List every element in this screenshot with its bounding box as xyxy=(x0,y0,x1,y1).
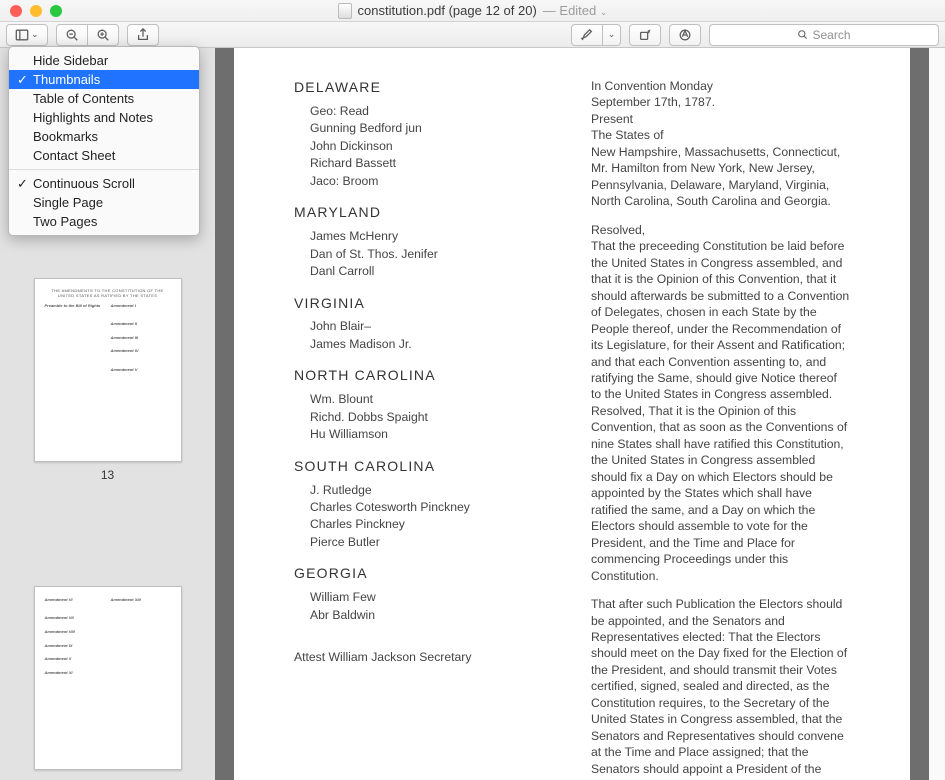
signer-list: John Blair– James Madison Jr. xyxy=(310,318,553,352)
signer-name: John Blair– xyxy=(310,318,553,334)
search-placeholder: Search xyxy=(812,28,850,42)
state-heading: VIRGINIA xyxy=(294,294,553,313)
signer-name: Jaco: Broom xyxy=(310,173,553,189)
signer-list: Wm. Blount Richd. Dobbs SpaightHu William… xyxy=(310,391,553,442)
signer-name: William Few xyxy=(310,589,553,605)
zoom-out-icon xyxy=(65,28,79,42)
chevron-down-icon: ⌄ xyxy=(608,29,616,40)
column-left: DELAWARE Geo: ReadGunning Bedford jun John… xyxy=(294,78,553,780)
column-right: In Convention Monday September 17th, 178… xyxy=(591,78,850,780)
signer-name: Charles Cotesworth Pinckney xyxy=(310,499,553,515)
minimize-icon[interactable] xyxy=(30,5,42,17)
signer-name: James Madison Jr. xyxy=(310,336,553,352)
signer-name: John Dickinson xyxy=(310,138,553,154)
rotate-button[interactable] xyxy=(629,24,661,46)
sidebar-toggle-button[interactable]: ⌄ xyxy=(6,24,48,46)
menu-separator xyxy=(9,169,199,170)
window-controls xyxy=(10,5,62,17)
thumbnail-page: THE AMENDMENTS TO THE CONSTITUTION OF TH… xyxy=(34,278,182,462)
signer-list: James McHenry Dan of St. Thos. JeniferDan… xyxy=(310,228,553,279)
document-icon xyxy=(338,3,352,19)
signer-name: Richd. Dobbs Spaight xyxy=(310,409,553,425)
signer-list: William Few Abr Baldwin xyxy=(310,589,553,623)
sidebar-view-menu: Hide SidebarThumbnailsTable of ContentsH… xyxy=(8,46,200,236)
thumbnail-13[interactable]: THE AMENDMENTS TO THE CONSTITUTION OF TH… xyxy=(34,278,182,482)
rotate-icon xyxy=(638,28,652,42)
zoom-in-icon xyxy=(96,28,110,42)
signer-name: Richard Bassett xyxy=(310,155,553,171)
thumbnail-14[interactable]: Amendment VI Amendment VII Amendment VII… xyxy=(34,506,182,770)
signer-name: Gunning Bedford jun xyxy=(310,120,553,136)
signer-name: Geo: Read xyxy=(310,103,553,119)
signer-name: Charles Pinckney xyxy=(310,516,553,532)
menu-item[interactable]: Single Page xyxy=(9,193,199,212)
state-heading: NORTH CAROLINA xyxy=(294,366,553,385)
toolbar: ⌄ ⌄ Search xyxy=(0,22,945,48)
highlight-button[interactable] xyxy=(571,24,603,46)
maximize-icon[interactable] xyxy=(50,5,62,17)
chevron-down-icon: ⌄ xyxy=(31,29,39,40)
search-input[interactable]: Search xyxy=(709,24,939,46)
menu-item[interactable]: Highlights and Notes xyxy=(9,108,199,127)
state-heading: MARYLAND xyxy=(294,203,553,222)
markup-button[interactable] xyxy=(669,24,701,46)
menu-item[interactable]: Contact Sheet xyxy=(9,146,199,165)
menu-item[interactable]: Thumbnails xyxy=(9,70,199,89)
menu-item[interactable]: Bookmarks xyxy=(9,127,199,146)
state-heading: GEORGIA xyxy=(294,564,553,583)
search-icon xyxy=(797,29,808,40)
thumbnail-label: 13 xyxy=(101,468,114,482)
signer-list: Geo: ReadGunning Bedford jun John Dickins… xyxy=(310,103,553,189)
menu-item[interactable]: Continuous Scroll xyxy=(9,174,199,193)
close-icon[interactable] xyxy=(10,5,22,17)
menu-item[interactable]: Table of Contents xyxy=(9,89,199,108)
markup-group: ⌄ xyxy=(571,24,621,46)
signer-name: J. Rutledge xyxy=(310,482,553,498)
scrollbar[interactable] xyxy=(929,48,945,780)
markup-icon xyxy=(678,28,692,42)
attest-line: Attest William Jackson Secretary xyxy=(294,649,553,665)
signer-name: Pierce Butler xyxy=(310,534,553,550)
menu-item[interactable]: Hide Sidebar xyxy=(9,51,199,70)
window-title: constitution.pdf (page 12 of 20) xyxy=(358,3,537,18)
zoom-group xyxy=(56,24,119,46)
share-icon xyxy=(136,28,150,42)
signer-name: Dan of St. Thos. Jenifer xyxy=(310,246,553,262)
titlebar: constitution.pdf (page 12 of 20) — Edite… xyxy=(0,0,945,22)
state-heading: SOUTH CAROLINA xyxy=(294,457,553,476)
highlighter-icon xyxy=(580,28,594,42)
signer-name: Hu Williamson xyxy=(310,426,553,442)
signer-name: Danl Carroll xyxy=(310,263,553,279)
zoom-out-button[interactable] xyxy=(56,24,88,46)
thumbnail-page: Amendment VI Amendment VII Amendment VII… xyxy=(34,586,182,770)
edited-status[interactable]: — Edited ⌄ xyxy=(543,3,608,18)
menu-item[interactable]: Two Pages xyxy=(9,212,199,231)
document-page: DELAWARE Geo: ReadGunning Bedford jun John… xyxy=(234,48,910,780)
signer-name: Wm. Blount xyxy=(310,391,553,407)
signer-name: James McHenry xyxy=(310,228,553,244)
highlight-menu-button[interactable]: ⌄ xyxy=(603,24,621,46)
sidebar-icon xyxy=(15,28,29,42)
document-viewer[interactable]: DELAWARE Geo: ReadGunning Bedford jun John… xyxy=(215,48,945,780)
state-heading: DELAWARE xyxy=(294,78,553,97)
signer-name: Abr Baldwin xyxy=(310,607,553,623)
zoom-in-button[interactable] xyxy=(88,24,119,46)
share-button[interactable] xyxy=(127,24,159,46)
signer-list: J. RutledgeCharles Cotesworth PinckneyCh… xyxy=(310,482,553,551)
